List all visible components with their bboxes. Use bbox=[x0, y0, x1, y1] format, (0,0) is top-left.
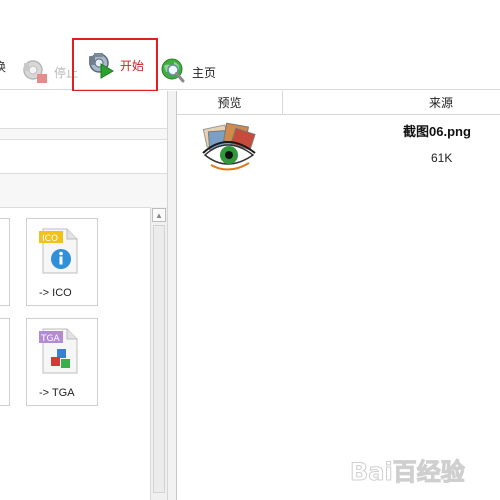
start-label: 开始 bbox=[120, 58, 145, 73]
format-pane-row bbox=[0, 139, 167, 174]
toolbar-partial-label[interactable]: 换 bbox=[0, 58, 6, 75]
scroll-up-arrow-icon[interactable]: ▲ bbox=[152, 208, 166, 222]
format-pane: ICO -> ICO TGA -> TGA bbox=[0, 91, 168, 500]
start-icon bbox=[86, 50, 116, 80]
tga-file-icon: TGA bbox=[39, 327, 79, 375]
format-pane-row bbox=[0, 91, 167, 129]
toolbar: 换 停止 开始 主页 bbox=[0, 0, 500, 92]
home-button[interactable]: 主页 bbox=[158, 50, 216, 94]
pane-splitter[interactable] bbox=[168, 91, 176, 500]
format-tile-partial[interactable] bbox=[0, 218, 10, 306]
format-tile-tga[interactable]: TGA -> TGA bbox=[26, 318, 98, 406]
home-label: 主页 bbox=[192, 65, 217, 80]
stop-button[interactable]: 停止 bbox=[20, 50, 78, 94]
start-button[interactable]: 开始 bbox=[72, 38, 158, 92]
ico-badge: ICO bbox=[42, 234, 58, 244]
column-header-preview[interactable]: 预览 bbox=[177, 91, 283, 115]
file-name: 截图06.png bbox=[403, 124, 471, 139]
format-tile-ico[interactable]: ICO -> ICO bbox=[26, 218, 98, 306]
file-size: 61K bbox=[431, 151, 453, 165]
watermark-text: Bai百经验 bbox=[350, 458, 465, 486]
format-tile-label: -> TGA bbox=[39, 387, 75, 399]
ico-file-icon: ICO bbox=[39, 227, 79, 275]
scrollbar-thumb[interactable] bbox=[153, 225, 165, 493]
format-grid: ICO -> ICO TGA -> TGA bbox=[0, 207, 150, 500]
tga-badge: TGA bbox=[40, 334, 60, 344]
format-tile-partial[interactable] bbox=[0, 318, 10, 406]
format-scrollbar[interactable]: ▲ bbox=[150, 207, 167, 500]
watermark-logo: Bai百经验 bbox=[346, 452, 496, 490]
stop-icon bbox=[20, 57, 50, 87]
file-list-header: 预览 来源 bbox=[177, 91, 500, 115]
file-list-pane: 预览 来源 截图06.png 61K bbox=[176, 91, 500, 500]
format-tile-label: -> ICO bbox=[39, 287, 72, 299]
column-header-source[interactable]: 来源 bbox=[283, 91, 500, 115]
image-thumbnail-icon bbox=[199, 121, 259, 173]
globe-search-icon bbox=[158, 57, 188, 87]
